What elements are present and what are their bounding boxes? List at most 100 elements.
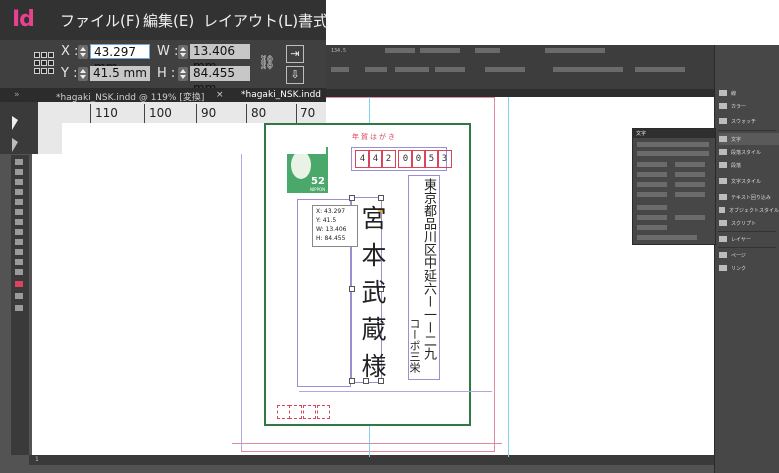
refpoint-dot[interactable] (34, 68, 40, 74)
panel-character[interactable]: 文字 (719, 133, 779, 145)
char-field[interactable] (675, 192, 705, 197)
ruler-tick (90, 104, 91, 123)
panel-scripts[interactable]: スクリプト (719, 217, 779, 229)
refpoint-dot[interactable] (34, 60, 40, 66)
ruler-tick (296, 104, 297, 123)
panel-object-styles[interactable]: オブジェクトスタイル (719, 204, 779, 216)
refpoint-dot[interactable] (48, 60, 54, 66)
font-family-field[interactable] (637, 142, 709, 147)
constrain-proportions-icon[interactable]: ⛓ (258, 55, 276, 73)
panel-paragraph[interactable]: 段落 (719, 159, 779, 171)
control-field[interactable] (420, 48, 460, 53)
h-field[interactable]: 84.455 mm (190, 66, 250, 95)
control-field[interactable] (395, 67, 429, 72)
ruler-tick (196, 104, 197, 123)
panel-links[interactable]: リンク (719, 262, 779, 274)
font-style-field[interactable] (637, 151, 709, 156)
tool-icon[interactable] (15, 199, 23, 205)
refpoint-dot[interactable] (41, 60, 47, 66)
tool-icon[interactable] (15, 259, 23, 265)
transform-tooltip: X: 43.297 Y: 41.5 W: 13.406 H: 84.455 (312, 205, 358, 247)
flip-horizontal-icon[interactable]: ⇥ (286, 45, 304, 63)
control-field[interactable] (635, 67, 685, 72)
language-field[interactable] (637, 235, 697, 240)
page-number[interactable]: 1 (35, 456, 39, 463)
ruler-guide[interactable] (508, 97, 509, 457)
panel-stroke[interactable]: 線 (719, 87, 779, 99)
x-stepper[interactable] (78, 45, 88, 59)
control-field[interactable] (331, 67, 349, 72)
tab-document-2[interactable]: *hagaki_NSK.indd (241, 90, 321, 100)
reference-point-icon[interactable] (34, 52, 54, 74)
ruler-label: 110 (95, 106, 118, 120)
refpoint-dot[interactable] (41, 68, 47, 74)
tool-icon[interactable] (15, 159, 23, 165)
menu-edit[interactable]: 編集(E) (143, 10, 194, 31)
char-field[interactable] (637, 182, 667, 187)
y-stepper[interactable] (78, 67, 88, 81)
char-field[interactable] (675, 215, 705, 220)
tab-close-icon[interactable]: × (216, 90, 224, 100)
tool-icon[interactable] (15, 169, 23, 175)
tool-icon[interactable] (15, 229, 23, 235)
x-field[interactable]: 43.297 mm (90, 44, 150, 74)
panel-character-styles[interactable]: 文字スタイル (719, 175, 779, 187)
layers-icon (719, 236, 727, 242)
selection-handle[interactable] (349, 195, 355, 201)
canvas-zoomed[interactable] (62, 123, 326, 154)
menu-layout[interactable]: レイアウト(L) (203, 10, 298, 31)
tool-icon[interactable] (15, 293, 23, 299)
control-field[interactable] (385, 48, 415, 53)
zip-digit: 2 (381, 150, 396, 168)
control-field[interactable] (553, 67, 623, 72)
panel-text-wrap[interactable]: テキスト回り込み (719, 191, 779, 203)
control-field[interactable] (475, 48, 500, 53)
w-field[interactable]: 13.406 mm (190, 44, 250, 73)
refpoint-dot[interactable] (48, 68, 54, 74)
tool-icon[interactable] (15, 249, 23, 255)
menu-type[interactable]: 書式 (298, 10, 328, 31)
tool-icon[interactable] (15, 305, 23, 311)
sender-zip-boxes[interactable] (277, 405, 335, 419)
refpoint-dot[interactable] (34, 52, 40, 58)
flip-vertical-icon[interactable]: ⇩ (286, 66, 304, 84)
tool-icon[interactable] (15, 209, 23, 215)
tool-icon[interactable] (15, 179, 23, 185)
refpoint-dot[interactable] (48, 52, 54, 58)
w-stepper[interactable] (178, 45, 188, 59)
panel-layers[interactable]: レイヤー (719, 233, 779, 245)
tools-panel (11, 155, 29, 455)
selection-handle[interactable] (378, 195, 384, 201)
panel-collapse-icon[interactable]: » (14, 90, 20, 100)
char-field[interactable] (637, 205, 667, 210)
menu-file[interactable]: ファイル(F) (60, 10, 140, 31)
panel-paragraph-styles[interactable]: 段落スタイル (719, 146, 779, 158)
panel-color[interactable]: カラー (719, 100, 779, 112)
panel-pages[interactable]: ページ (719, 249, 779, 261)
char-field[interactable] (637, 162, 667, 167)
selection-tool-icon[interactable] (12, 116, 18, 130)
control-field[interactable] (545, 48, 605, 53)
direct-selection-tool-icon[interactable] (12, 138, 18, 152)
character-panel: 文字 (632, 128, 716, 245)
control-field[interactable] (365, 67, 387, 72)
char-field[interactable] (637, 192, 667, 197)
char-field[interactable] (675, 172, 705, 177)
fill-swatch-icon[interactable] (15, 281, 23, 287)
char-field[interactable] (637, 215, 667, 220)
tool-icon[interactable] (15, 269, 23, 275)
panel-swatches[interactable]: スウォッチ (719, 115, 779, 127)
char-field[interactable] (637, 172, 667, 177)
char-field[interactable] (637, 225, 667, 230)
char-field[interactable] (675, 162, 705, 167)
control-field[interactable] (485, 67, 525, 72)
h-stepper[interactable] (178, 67, 188, 81)
y-field[interactable]: 41.5 mm (90, 66, 150, 81)
control-field[interactable] (435, 67, 465, 72)
char-field[interactable] (675, 182, 705, 187)
tool-icon[interactable] (15, 239, 23, 245)
tool-icon[interactable] (15, 219, 23, 225)
refpoint-dot[interactable] (41, 52, 47, 58)
character-panel-header[interactable]: 文字 (633, 129, 715, 138)
tool-icon[interactable] (15, 189, 23, 195)
